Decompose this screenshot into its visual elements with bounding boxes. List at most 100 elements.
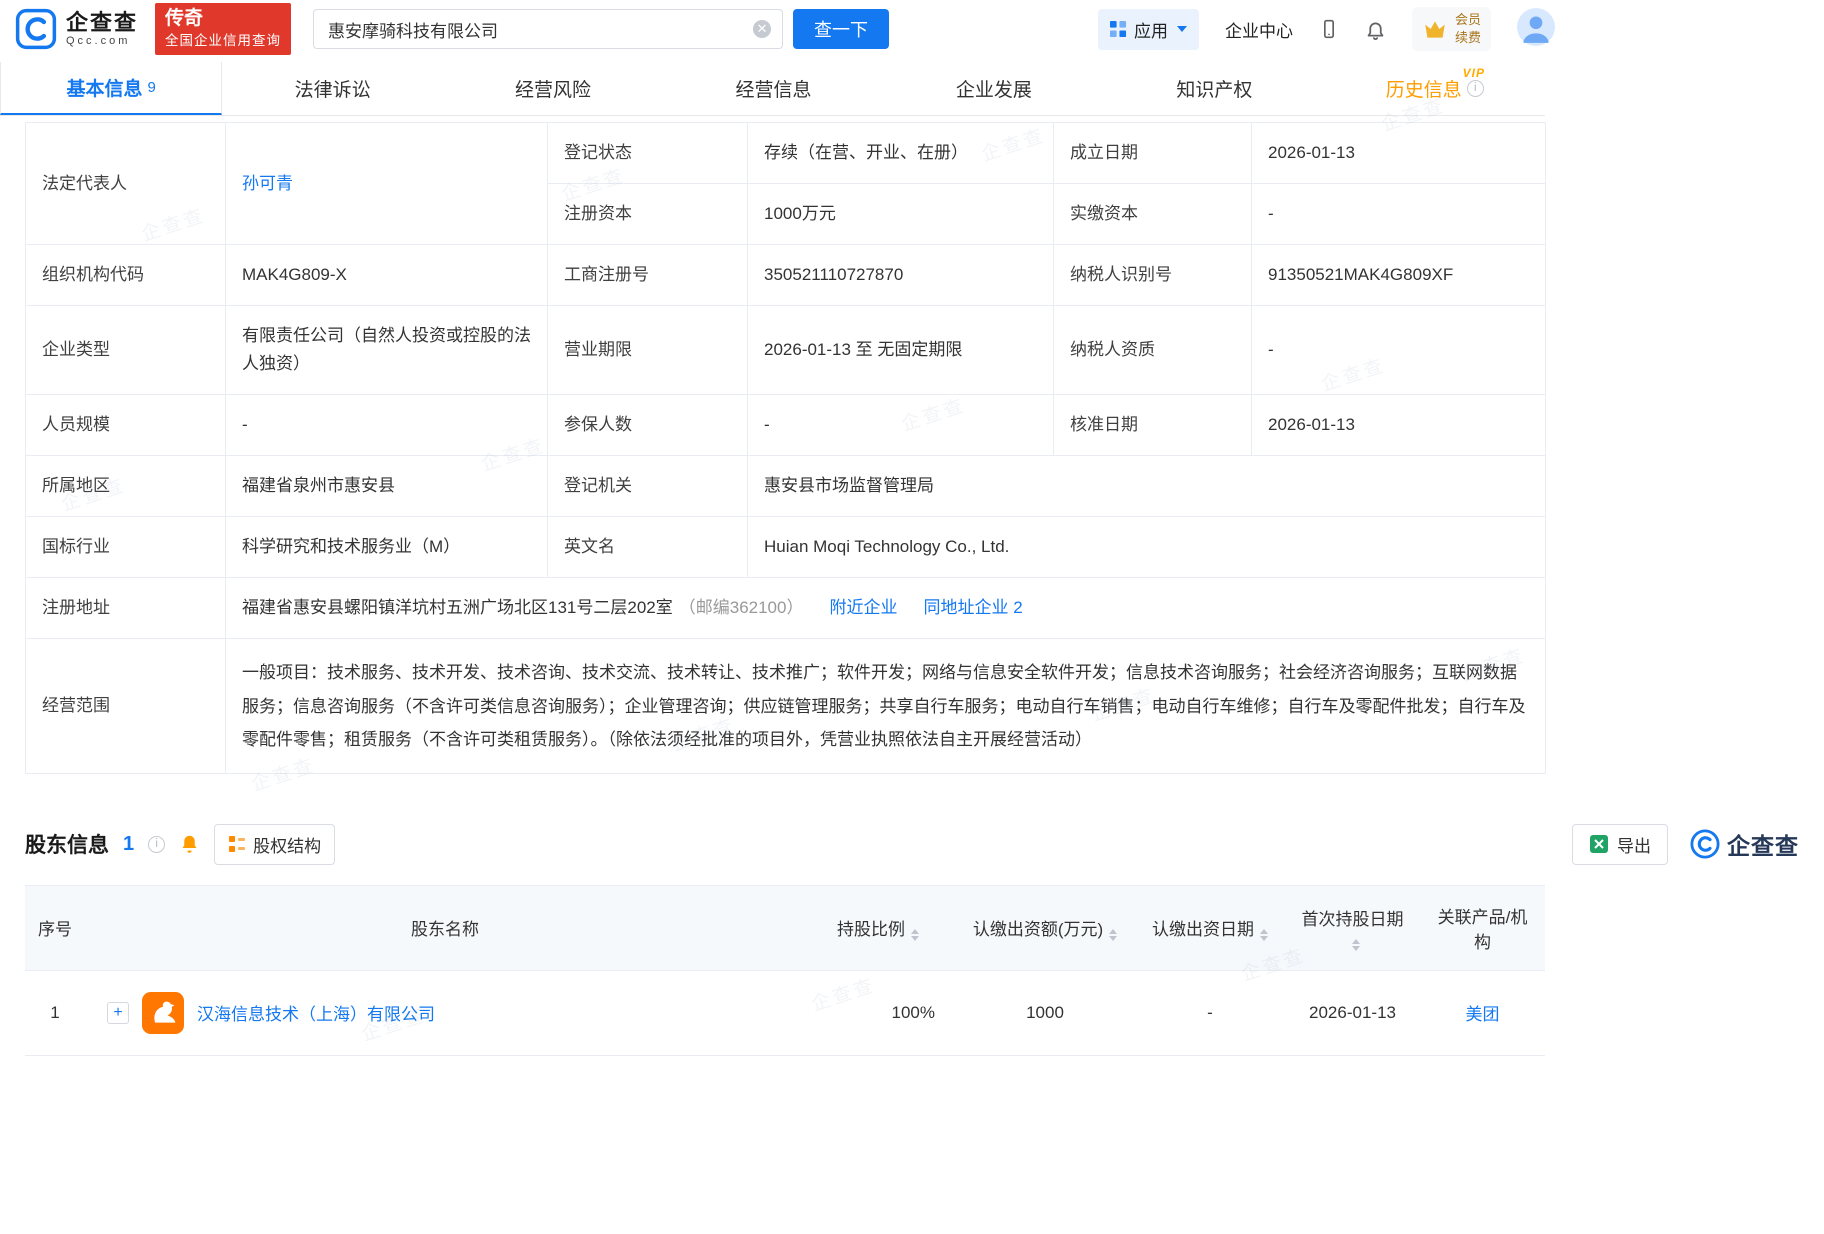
meituan-icon xyxy=(142,992,184,1034)
expand-button[interactable]: + xyxy=(107,1002,129,1024)
col-label: 认缴出资额(万元) xyxy=(973,920,1103,939)
col-label: 持股比例 xyxy=(837,920,905,939)
sort-icon[interactable] xyxy=(1260,929,1268,941)
tab-count: 9 xyxy=(148,79,156,96)
shareholder-title: 股东信息 xyxy=(25,829,109,859)
qcc-brand-text: 企查查 xyxy=(1727,827,1799,861)
col-index: 序号 xyxy=(25,885,85,970)
tab-operating-risk[interactable]: 经营风险 xyxy=(443,62,663,115)
sort-icon[interactable] xyxy=(1109,929,1117,941)
paid-capital-label: 实缴资本 xyxy=(1054,184,1252,245)
tab-label: 企业发展 xyxy=(956,75,1032,102)
shareholder-info-icon[interactable]: i xyxy=(148,836,165,853)
shareholder-name-link[interactable]: 汉海信息技术（上海）有限公司 xyxy=(197,1000,435,1025)
enterprise-center-link[interactable]: 企业中心 xyxy=(1225,17,1293,42)
tab-label: 经营信息 xyxy=(735,75,811,102)
shareholder-header: 股东信息 1 i 股权结构 导出 企查查 xyxy=(25,824,1799,865)
legal-rep-link[interactable]: 孙可青 xyxy=(242,174,293,193)
est-date-value: 2026-01-13 xyxy=(1252,123,1546,184)
qcc-brand-mark: 企查查 xyxy=(1690,827,1799,861)
vip-crown-icon xyxy=(1422,16,1448,42)
table-row: 法定代表人 孙可青 登记状态 存续（在营、开业、在册） 成立日期 2026-01… xyxy=(26,123,1546,184)
logo-slogan-badge: 传奇 全国企业信用查询 xyxy=(155,3,291,55)
tab-basic-info[interactable]: 基本信息 9 xyxy=(0,62,222,115)
search-input[interactable] xyxy=(313,9,783,49)
tab-intellectual-property[interactable]: 知识产权 xyxy=(1104,62,1324,115)
top-bar: 企查查 Qcc.com 传奇 全国企业信用查询 ✕ 查一下 应用 企业中心 xyxy=(0,0,1570,58)
reg-capital-label: 注册资本 xyxy=(548,184,748,245)
apps-menu[interactable]: 应用 xyxy=(1098,9,1199,50)
org-code-label: 组织机构代码 xyxy=(26,245,226,306)
col-shareholder-name: 股东名称 xyxy=(85,885,805,970)
apps-label: 应用 xyxy=(1134,17,1168,42)
table-row: 所属地区 福建省泉州市惠安县 登记机关 惠安县市场监督管理局 xyxy=(26,456,1546,517)
col-label: 序号 xyxy=(38,920,72,939)
industry-label: 国标行业 xyxy=(26,517,226,578)
chevron-down-icon xyxy=(1177,26,1187,32)
tab-legal-litigation[interactable]: 法律诉讼 xyxy=(222,62,442,115)
biz-reg-no-label: 工商注册号 xyxy=(548,245,748,306)
col-share-ratio[interactable]: 持股比例 xyxy=(805,885,955,970)
history-info-icon[interactable]: i xyxy=(1467,80,1484,97)
qcc-logo-icon xyxy=(15,8,57,50)
col-subscribed-amount[interactable]: 认缴出资额(万元) xyxy=(955,885,1135,970)
badge-title: 传奇 xyxy=(165,7,281,32)
address-label: 注册地址 xyxy=(26,578,226,639)
tab-label: 知识产权 xyxy=(1176,75,1252,102)
export-button[interactable]: 导出 xyxy=(1572,824,1668,865)
notification-bell-icon[interactable] xyxy=(1365,19,1386,40)
related-product-link[interactable]: 美团 xyxy=(1466,1005,1500,1024)
clear-search-icon[interactable]: ✕ xyxy=(753,20,771,38)
mobile-app-icon[interactable] xyxy=(1319,18,1339,40)
equity-structure-label: 股权结构 xyxy=(253,832,321,857)
detail-tabs: 基本信息 9 法律诉讼 经营风险 经营信息 企业发展 知识产权 VIP 历史信息… xyxy=(0,62,1545,116)
reg-status-value: 存续（在营、开业、在册） xyxy=(748,123,1054,184)
sort-icon[interactable] xyxy=(911,929,919,941)
paid-capital-value: - xyxy=(1252,184,1546,245)
search-button[interactable]: 查一下 xyxy=(793,9,889,49)
tab-enterprise-development[interactable]: 企业发展 xyxy=(884,62,1104,115)
approve-date-value: 2026-01-13 xyxy=(1252,395,1546,456)
shareholder-table: 序号 股东名称 持股比例 认缴出资额(万元) 认缴出资日期 首次持股日期 关联产… xyxy=(25,885,1545,1056)
tab-operating-info[interactable]: 经营信息 xyxy=(663,62,883,115)
tab-label: 法律诉讼 xyxy=(295,75,371,102)
membership-renewal-button[interactable]: 会员 续费 xyxy=(1412,7,1491,50)
row-index: 1 xyxy=(25,970,85,1055)
col-first-holding-date[interactable]: 首次持股日期 xyxy=(1285,885,1420,970)
apps-grid-icon xyxy=(1110,21,1127,38)
search-bar: ✕ 查一下 xyxy=(313,9,889,49)
qcc-logo[interactable]: 企查查 Qcc.com 传奇 全国企业信用查询 xyxy=(15,3,291,55)
share-ratio-value: 100% xyxy=(805,970,955,1055)
equity-structure-button[interactable]: 股权结构 xyxy=(214,824,335,865)
taxpayer-quality-label: 纳税人资质 xyxy=(1054,306,1252,395)
legal-rep-cell: 孙可青 xyxy=(226,123,548,245)
col-related-product: 关联产品/机构 xyxy=(1420,885,1545,970)
member-line2: 续费 xyxy=(1455,29,1481,47)
sort-icon[interactable] xyxy=(1352,939,1360,951)
tab-history-info[interactable]: VIP 历史信息 i xyxy=(1325,62,1545,115)
qcc-brand-icon xyxy=(1690,829,1720,859)
company-type-label: 企业类型 xyxy=(26,306,226,395)
subscribe-bell-icon[interactable] xyxy=(179,834,200,855)
approve-date-label: 核准日期 xyxy=(1054,395,1252,456)
badge-subtitle: 全国企业信用查询 xyxy=(165,32,281,50)
vip-badge: VIP xyxy=(1463,66,1485,80)
user-avatar[interactable] xyxy=(1517,8,1555,51)
tab-label: 历史信息 xyxy=(1386,75,1462,102)
nearby-companies-link[interactable]: 附近企业 xyxy=(829,598,897,617)
shareholder-table-header-row: 序号 股东名称 持股比例 认缴出资额(万元) 认缴出资日期 首次持股日期 关联产… xyxy=(25,885,1545,970)
col-subscribed-date[interactable]: 认缴出资日期 xyxy=(1135,885,1285,970)
table-row: 注册地址 福建省惠安县螺阳镇洋坑村五洲广场北区131号二层202室（邮编3621… xyxy=(26,578,1546,639)
logo-domain: Qcc.com xyxy=(66,35,138,48)
taxpayer-id-label: 纳税人识别号 xyxy=(1054,245,1252,306)
region-value: 福建省泉州市惠安县 xyxy=(226,456,548,517)
same-address-companies-link[interactable]: 同地址企业 2 xyxy=(923,598,1022,617)
reg-authority-value: 惠安县市场监督管理局 xyxy=(748,456,1546,517)
col-label: 关联产品/机构 xyxy=(1438,908,1528,952)
scope-label: 经营范围 xyxy=(26,639,226,773)
top-right-nav: 应用 企业中心 会员 续费 xyxy=(1098,7,1555,50)
shareholder-section: 股东信息 1 i 股权结构 导出 企查查 xyxy=(25,824,1799,1056)
table-row: 组织机构代码 MAK4G809-X 工商注册号 350521110727870 … xyxy=(26,245,1546,306)
shareholder-row: 1 + 汉海信息技术（上海）有限公司 100% 1000 - 2026-01-1… xyxy=(25,970,1545,1055)
address-postcode: （邮编362100） xyxy=(679,598,804,617)
